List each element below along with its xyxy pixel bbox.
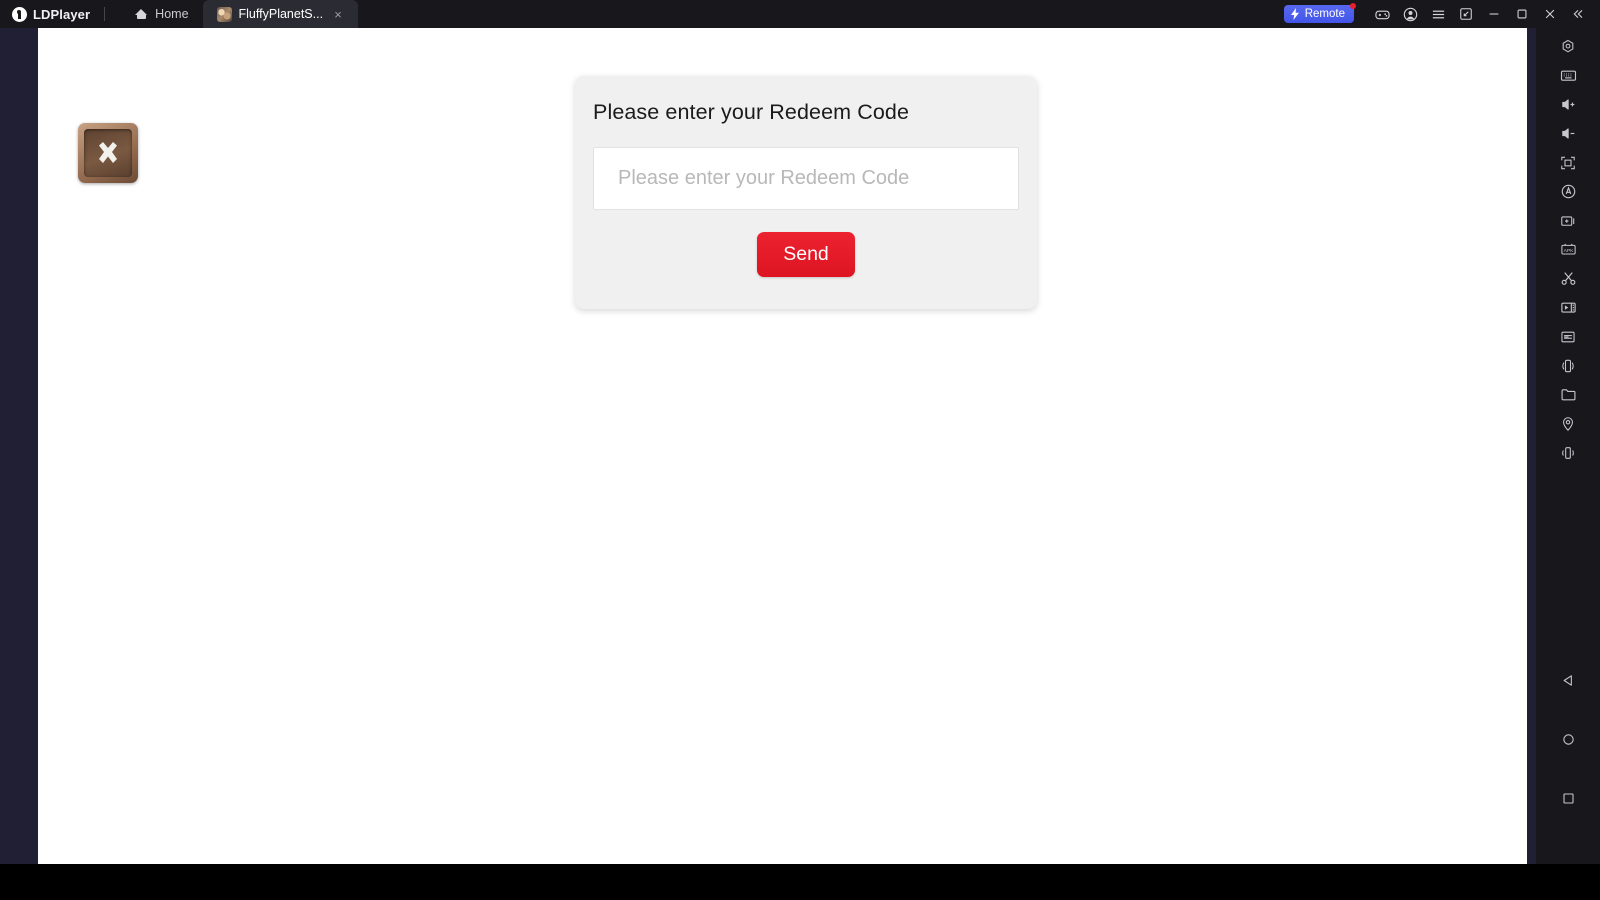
multi-instance-icon[interactable] xyxy=(1452,0,1480,28)
brand: LDPlayer xyxy=(0,6,91,22)
rotate-device-icon[interactable] xyxy=(1548,351,1588,380)
bottom-black-strip xyxy=(0,864,1600,900)
android-recents-icon[interactable] xyxy=(1548,769,1588,828)
settings-gear-icon[interactable] xyxy=(1548,32,1588,61)
ldplayer-logo-icon xyxy=(12,6,27,22)
tab-close-icon[interactable]: × xyxy=(332,8,344,21)
game-close-button[interactable] xyxy=(78,123,138,183)
volume-down-icon[interactable] xyxy=(1548,119,1588,148)
multi-window-icon[interactable] xyxy=(1548,322,1588,351)
apk-install-icon[interactable]: APK xyxy=(1548,235,1588,264)
volume-up-icon[interactable] xyxy=(1548,90,1588,119)
screenshot-icon[interactable] xyxy=(1548,206,1588,235)
redeem-code-input[interactable] xyxy=(593,147,1019,210)
account-icon[interactable] xyxy=(1396,0,1424,28)
emulator-sidebar: APK xyxy=(1536,28,1600,864)
menu-icon[interactable] xyxy=(1424,0,1452,28)
remote-label: Remote xyxy=(1304,8,1345,20)
gamepad-icon[interactable] xyxy=(1368,0,1396,28)
game-app-icon xyxy=(216,6,232,22)
redeem-dialog-title: Please enter your Redeem Code xyxy=(593,100,910,124)
lightning-bolt-icon xyxy=(1290,8,1299,20)
close-x-icon xyxy=(99,142,117,163)
tab-home[interactable]: Home xyxy=(121,0,202,28)
collapse-sidebar-icon[interactable] xyxy=(1564,0,1592,28)
titlebar-right-controls: Remote xyxy=(1283,0,1600,28)
sidebar-nav-group xyxy=(1548,651,1588,864)
folder-icon[interactable] xyxy=(1548,380,1588,409)
tab-fluffyplanet[interactable]: FluffyPlanetS... × xyxy=(202,0,359,28)
remote-notification-badge xyxy=(1350,3,1356,9)
sidebar-top-group: APK xyxy=(1548,28,1588,467)
maximize-icon[interactable] xyxy=(1508,0,1536,28)
android-home-icon[interactable] xyxy=(1548,710,1588,769)
send-button-row: Send xyxy=(593,232,1019,277)
brand-divider xyxy=(104,7,106,21)
scissors-icon[interactable] xyxy=(1548,264,1588,293)
close-icon[interactable] xyxy=(1536,0,1564,28)
auto-rotate-icon[interactable] xyxy=(1548,177,1588,206)
tab-fluffyplanet-label: FluffyPlanetS... xyxy=(238,7,324,21)
android-back-icon[interactable] xyxy=(1548,651,1588,710)
send-button[interactable]: Send xyxy=(757,232,855,277)
tab-home-label: Home xyxy=(155,7,189,21)
redeem-code-dialog: Please enter your Redeem Code Send xyxy=(575,76,1037,309)
keyboard-icon[interactable] xyxy=(1548,61,1588,90)
svg-text:APK: APK xyxy=(1563,248,1574,254)
tab-bar: Home FluffyPlanetS... × xyxy=(121,0,359,28)
emulator-frame: Please enter your Redeem Code Send xyxy=(0,28,1536,864)
remote-button[interactable]: Remote xyxy=(1283,3,1356,23)
home-icon xyxy=(135,8,148,20)
titlebar: LDPlayer Home FluffyPlanetS... × Remote xyxy=(0,0,1600,28)
shake-icon[interactable] xyxy=(1548,438,1588,467)
fullscreen-icon[interactable] xyxy=(1548,148,1588,177)
brand-name: LDPlayer xyxy=(33,6,91,22)
emulator-screen[interactable]: Please enter your Redeem Code Send xyxy=(38,28,1527,864)
minimize-icon[interactable] xyxy=(1480,0,1508,28)
ldplayer-window: LDPlayer Home FluffyPlanetS... × Remote xyxy=(0,0,1600,900)
video-record-icon[interactable] xyxy=(1548,293,1588,322)
location-icon[interactable] xyxy=(1548,409,1588,438)
game-close-button-inner xyxy=(84,129,132,177)
